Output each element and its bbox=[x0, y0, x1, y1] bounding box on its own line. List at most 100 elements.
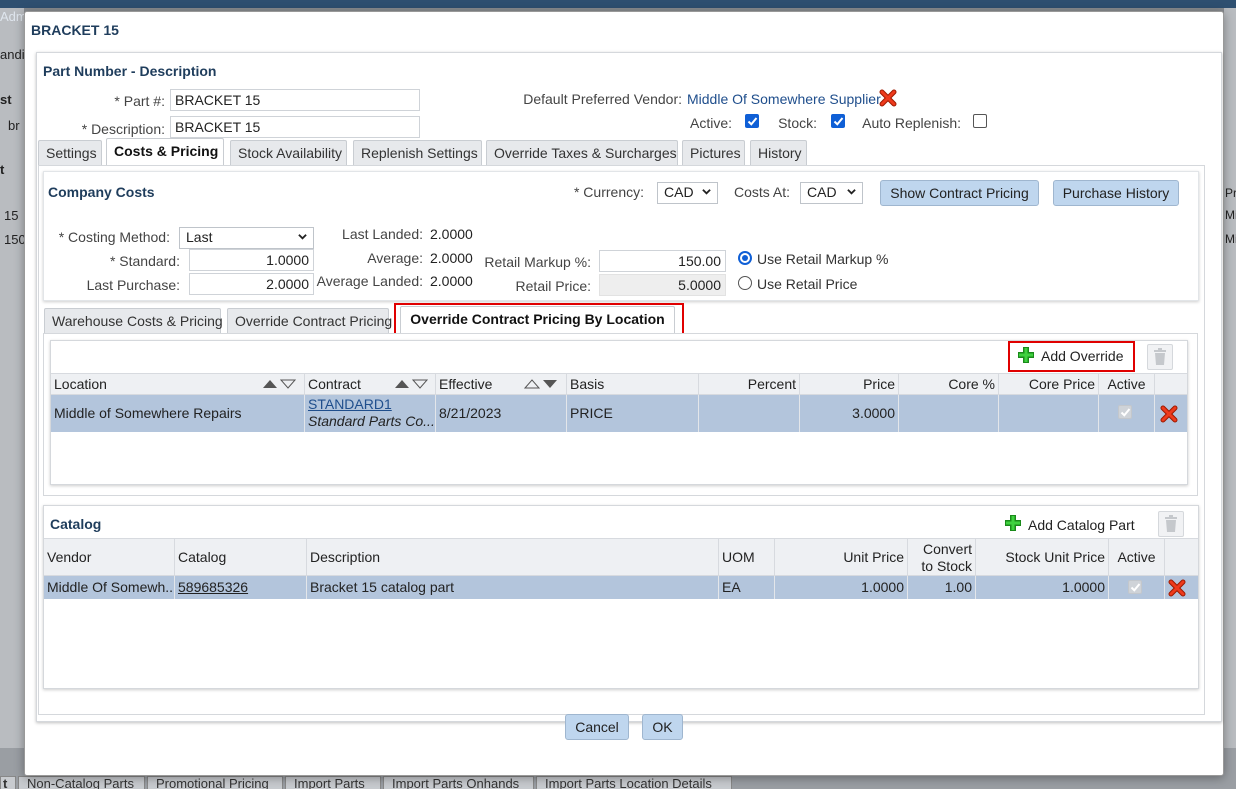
remove-vendor-icon[interactable] bbox=[879, 89, 897, 107]
last-landed-value: 2.0000 bbox=[430, 226, 473, 242]
add-icon[interactable] bbox=[1003, 513, 1023, 533]
average-landed-value: 2.0000 bbox=[430, 273, 473, 289]
col-core-pct[interactable]: Core % bbox=[899, 374, 999, 395]
bg-text: Mi bbox=[1225, 232, 1236, 246]
bg-tab[interactable]: Non-Catalog Parts bbox=[18, 776, 145, 789]
average-landed-label: Average Landed: bbox=[316, 273, 423, 289]
use-retail-price-label: Use Retail Price bbox=[757, 276, 858, 292]
tab-pictures[interactable]: Pictures bbox=[682, 140, 745, 165]
retail-price-label: Retail Price: bbox=[515, 278, 591, 294]
cell-description: Bracket 15 catalog part bbox=[307, 576, 719, 599]
catalog-title: Catalog bbox=[50, 516, 102, 532]
bg-text: Mi bbox=[1225, 208, 1236, 222]
auto-replenish-checkbox[interactable] bbox=[973, 114, 987, 128]
catalog-link[interactable]: 589685326 bbox=[175, 576, 307, 599]
use-retail-price-radio[interactable] bbox=[738, 276, 752, 290]
sort-icon bbox=[524, 379, 557, 389]
auto-replenish-label: Auto Replenish: bbox=[862, 115, 961, 131]
override-grid-header: Location Contract Effective Basis Percen… bbox=[51, 373, 1187, 395]
bg-tab[interactable]: Import Parts bbox=[285, 776, 381, 789]
bg-text: 15 bbox=[4, 208, 19, 223]
purchase-history-button[interactable]: Purchase History bbox=[1053, 180, 1179, 206]
bg-tab[interactable]: Promotional Pricing bbox=[147, 776, 283, 789]
last-purchase-input[interactable]: 2.0000 bbox=[189, 273, 314, 295]
bg-text: br bbox=[8, 118, 20, 133]
bg-text: Adm bbox=[0, 9, 27, 24]
catalog-section: Catalog Add Catalog Part Vendor Catalog … bbox=[43, 505, 1199, 689]
active-checkbox[interactable] bbox=[745, 114, 759, 128]
bg-text: t bbox=[0, 162, 5, 177]
subtab-warehouse-costs[interactable]: Warehouse Costs & Pricing bbox=[44, 308, 223, 333]
col-vendor[interactable]: Vendor bbox=[44, 539, 175, 576]
delete-row-icon[interactable] bbox=[1160, 405, 1178, 423]
use-retail-markup-label: Use Retail Markup % bbox=[757, 251, 889, 267]
table-row[interactable]: Middle of Somewhere Repairs STANDARD1 St… bbox=[51, 395, 1187, 432]
contract-name: Standard Parts Co... bbox=[308, 413, 435, 429]
cell-active bbox=[1099, 395, 1155, 432]
part-dialog: BRACKET 15 Part Number - Description * P… bbox=[24, 11, 1224, 776]
col-price[interactable]: Price bbox=[800, 374, 899, 395]
col-basis[interactable]: Basis bbox=[567, 374, 699, 395]
delete-row-icon[interactable] bbox=[1168, 579, 1186, 597]
app-right-area bbox=[1224, 8, 1236, 748]
col-uom[interactable]: UOM bbox=[719, 539, 775, 576]
override-pricing-panel: Add Override Location Contract Effective… bbox=[43, 333, 1198, 496]
cell-effective: 8/21/2023 bbox=[436, 395, 567, 432]
bg-tab[interactable]: Import Parts Location Details bbox=[536, 776, 732, 789]
standard-label: * Standard: bbox=[109, 253, 180, 269]
col-description[interactable]: Description bbox=[307, 539, 719, 576]
currency-select[interactable]: CAD bbox=[657, 182, 718, 204]
cell-percent bbox=[699, 395, 800, 432]
tab-override-taxes[interactable]: Override Taxes & Surcharges bbox=[486, 140, 678, 165]
tab-stock-availability[interactable]: Stock Availability bbox=[230, 140, 347, 165]
add-catalog-part-button[interactable]: Add Catalog Part bbox=[1028, 517, 1135, 533]
cell-basis: PRICE bbox=[567, 395, 699, 432]
active-label: Active: bbox=[689, 115, 732, 131]
col-unit-price[interactable]: Unit Price bbox=[775, 539, 908, 576]
cell-stock-unit-price: 1.0000 bbox=[976, 576, 1109, 599]
col-catalog[interactable]: Catalog bbox=[175, 539, 307, 576]
costing-method-select[interactable]: Last bbox=[179, 227, 314, 249]
show-contract-pricing-button[interactable]: Show Contract Pricing bbox=[880, 180, 1039, 206]
col-core-price[interactable]: Core Price bbox=[999, 374, 1099, 395]
tab-settings[interactable]: Settings bbox=[38, 140, 102, 165]
retail-markup-input[interactable]: 150.00 bbox=[599, 250, 726, 272]
ok-button[interactable]: OK bbox=[642, 714, 683, 740]
cell-unit-price: 1.0000 bbox=[775, 576, 908, 599]
col-active[interactable]: Active bbox=[1099, 374, 1155, 395]
costs-at-select[interactable]: CAD bbox=[800, 182, 863, 204]
description-input[interactable]: BRACKET 15 bbox=[170, 116, 420, 138]
average-label: Average: bbox=[367, 250, 423, 266]
table-row[interactable]: Middle Of Somewh... 589685326 Bracket 15… bbox=[44, 576, 1198, 599]
col-percent[interactable]: Percent bbox=[699, 374, 800, 395]
delete-icon[interactable] bbox=[1158, 511, 1184, 537]
company-costs-title: Company Costs bbox=[48, 184, 155, 200]
cell-active bbox=[1109, 576, 1165, 599]
cell-location: Middle of Somewhere Repairs bbox=[51, 395, 305, 432]
subtab-override-contract[interactable]: Override Contract Pricing bbox=[227, 308, 392, 333]
description-label: * Description: bbox=[81, 121, 165, 137]
bg-tab[interactable]: Import Parts Onhands bbox=[383, 776, 534, 789]
col-stock-unit-price[interactable]: Stock Unit Price bbox=[976, 539, 1109, 576]
col-active[interactable]: Active bbox=[1109, 539, 1165, 576]
costs-at-label: Costs At: bbox=[733, 184, 790, 200]
tab-costs-pricing[interactable]: Costs & Pricing bbox=[106, 138, 224, 165]
standard-input[interactable]: 1.0000 bbox=[189, 249, 314, 271]
stock-checkbox[interactable] bbox=[831, 114, 845, 128]
sort-icon bbox=[395, 379, 429, 389]
contract-link[interactable]: STANDARD1 bbox=[308, 395, 432, 413]
vendor-link[interactable]: Middle Of Somewhere Supplier bbox=[687, 91, 881, 107]
part-number-input[interactable]: BRACKET 15 bbox=[170, 89, 420, 111]
tab-history[interactable]: History bbox=[750, 140, 807, 165]
company-costs-section: Company Costs * Currency: CAD Costs At: … bbox=[43, 171, 1199, 301]
chevron-down-icon bbox=[702, 189, 711, 195]
retail-markup-label: Retail Markup %: bbox=[484, 254, 591, 270]
tab-replenish-settings[interactable]: Replenish Settings bbox=[353, 140, 482, 165]
cell-core-pct bbox=[899, 395, 999, 432]
bg-tab[interactable]: t bbox=[0, 776, 16, 789]
chevron-down-icon bbox=[298, 234, 307, 240]
use-retail-markup-radio[interactable] bbox=[738, 251, 752, 265]
col-convert-to-stock[interactable]: Convert to Stock bbox=[908, 539, 976, 576]
cancel-button[interactable]: Cancel bbox=[565, 714, 629, 740]
delete-icon[interactable] bbox=[1147, 344, 1173, 370]
